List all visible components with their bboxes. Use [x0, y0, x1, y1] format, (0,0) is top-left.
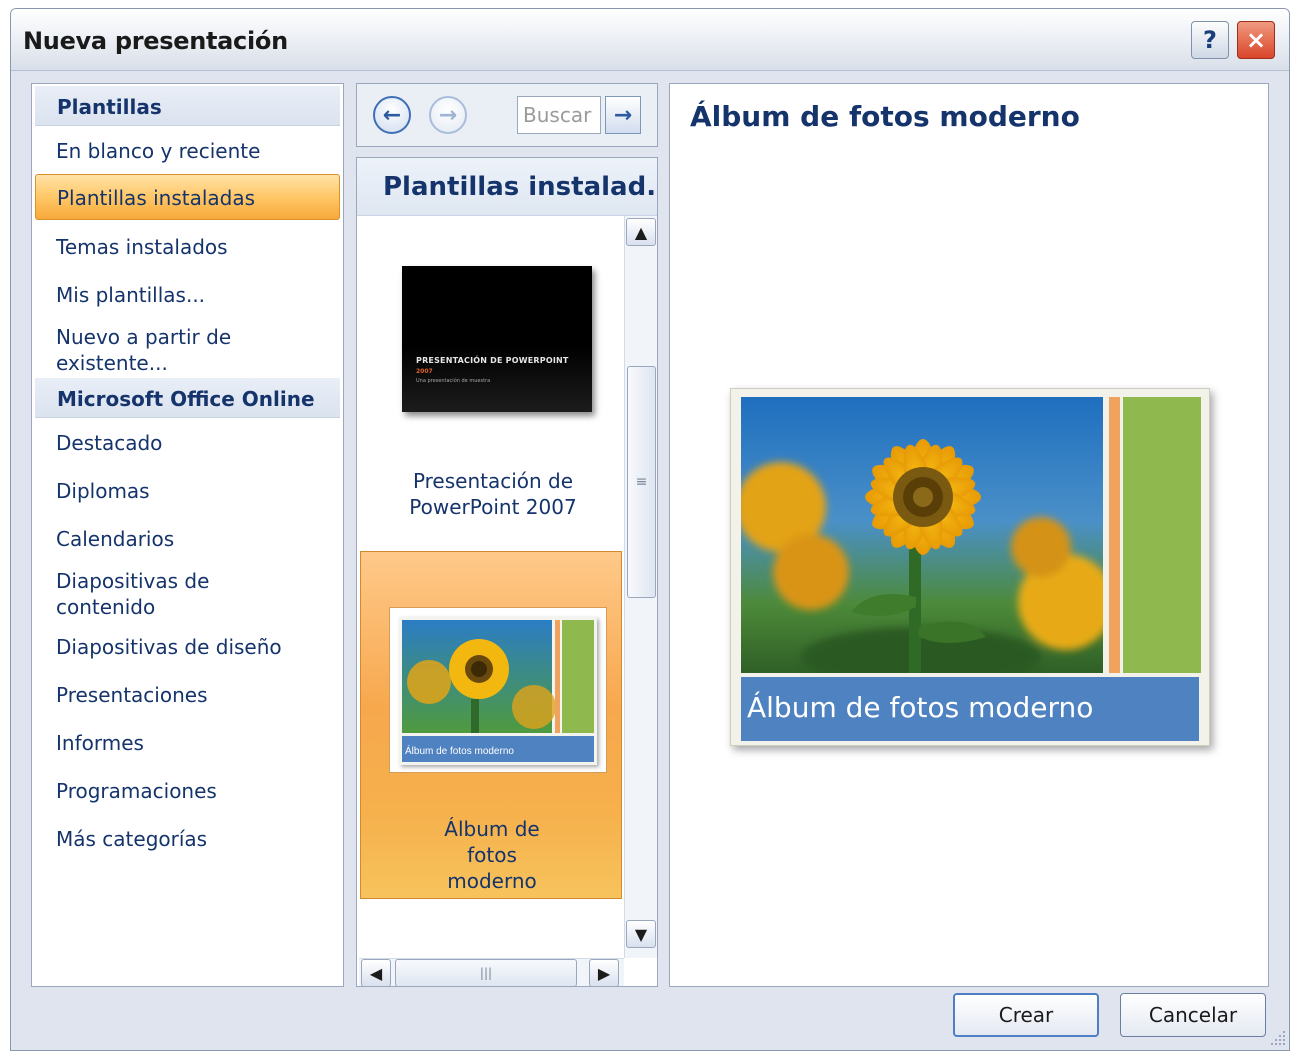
album-thumbnail-slide: Álbum de fotos moderno	[399, 617, 597, 765]
forward-button[interactable]: →	[429, 96, 467, 134]
back-button[interactable]: ←	[373, 96, 411, 134]
nav-item-design-slides[interactable]: Diapositivas de diseño	[56, 634, 282, 660]
vertical-scrollbar[interactable]: ▲ ≡ ▼	[624, 216, 657, 958]
nav-header-office-online: Microsoft Office Online	[35, 378, 340, 418]
search-toolbar: ← → Buscar →	[356, 83, 658, 147]
horizontal-scrollbar[interactable]: ◀ ||| ▶	[359, 958, 624, 986]
chevron-up-icon: ▲	[634, 222, 648, 242]
nav-item-blank-recent[interactable]: En blanco y reciente	[56, 138, 260, 164]
dialog-title: Nueva presentación	[23, 27, 288, 55]
cancel-button[interactable]: Cancelar	[1120, 993, 1266, 1037]
thumbnail-subtitle: Una presentación de muestra	[416, 378, 491, 384]
nav-item-reports[interactable]: Informes	[56, 730, 144, 756]
scroll-up-button[interactable]: ▲	[626, 218, 656, 246]
nav-item-schedules[interactable]: Programaciones	[56, 778, 217, 804]
vertical-scroll-thumb[interactable]: ≡	[627, 366, 656, 598]
title-band: Álbum de fotos moderno	[741, 677, 1199, 741]
template-caption: Álbum de fotos moderno	[444, 817, 540, 893]
accent-block-green	[1123, 397, 1201, 673]
search-go-button[interactable]: →	[605, 96, 641, 134]
search-input[interactable]: Buscar	[517, 96, 601, 134]
scroll-right-button[interactable]: ▶	[589, 959, 619, 986]
nav-item-installed-themes[interactable]: Temas instalados	[56, 234, 228, 260]
sunflower-photo	[741, 397, 1103, 673]
nav-item-content-slides[interactable]: Diapositivas de contenido	[56, 568, 256, 620]
chevron-left-icon: ◀	[369, 963, 383, 983]
new-presentation-dialog: Nueva presentación ? × Plantillas En bla…	[10, 8, 1290, 1051]
horizontal-scroll-thumb[interactable]: |||	[395, 959, 577, 986]
nav-item-diplomas[interactable]: Diplomas	[56, 478, 150, 504]
create-button[interactable]: Crear	[953, 993, 1099, 1037]
nav-item-more-categories[interactable]: Más categorías	[56, 826, 207, 852]
thumbnail-subtitle: 2007	[416, 368, 433, 375]
thumbnail-band-text: Álbum de fotos moderno	[405, 744, 514, 757]
thumbnail-title: PRESENTACIÓN DE POWERPOINT	[416, 356, 569, 365]
arrow-right-icon: →	[438, 102, 458, 128]
scroll-left-button[interactable]: ◀	[361, 959, 391, 986]
help-button[interactable]: ?	[1191, 21, 1229, 59]
preview-title: Álbum de fotos moderno	[690, 100, 1080, 133]
nav-item-calendars[interactable]: Calendarios	[56, 526, 174, 552]
preview-pane: Álbum de fotos moderno Álbum de fotos mo…	[669, 83, 1269, 987]
nav-item-my-templates[interactable]: Mis plantillas...	[56, 282, 205, 308]
title-bar: Nueva presentación ? ×	[11, 9, 1289, 71]
nav-item-presentations[interactable]: Presentaciones	[56, 682, 207, 708]
template-thumbnail: PRESENTACIÓN DE POWERPOINT 2007 Una pres…	[402, 266, 592, 412]
close-icon: ×	[1245, 26, 1267, 54]
arrow-right-icon: →	[613, 102, 633, 128]
nav-header-templates: Plantillas	[35, 86, 340, 126]
slide-title-text: Álbum de fotos moderno	[747, 691, 1094, 724]
template-thumbnail: Álbum de fotos moderno	[389, 607, 607, 773]
template-item-modern-photo-album[interactable]: Álbum de fotos moderno Álbum de fotos mo…	[360, 551, 622, 899]
scroll-down-button[interactable]: ▼	[626, 920, 656, 948]
close-button[interactable]: ×	[1237, 21, 1275, 59]
template-caption: Presentación de PowerPoint 2007	[409, 469, 577, 519]
template-list-header: Plantillas instalad...	[357, 158, 657, 216]
grip-icon: ≡	[635, 474, 648, 490]
help-icon: ?	[1203, 26, 1217, 54]
arrow-left-icon: ←	[382, 102, 402, 128]
nav-item-new-from-existing[interactable]: Nuevo a partir de existente...	[56, 324, 276, 376]
template-list: Plantillas instalad... PRESENTACIÓN DE P…	[356, 157, 658, 987]
category-pane: Plantillas En blanco y reciente Plantill…	[31, 83, 344, 987]
chevron-down-icon: ▼	[634, 924, 648, 944]
grip-icon: |||	[479, 966, 493, 980]
resize-grip-icon[interactable]	[1269, 1029, 1287, 1047]
preview-slide: Álbum de fotos moderno	[730, 388, 1210, 746]
chevron-right-icon: ▶	[597, 963, 611, 983]
nav-item-installed-templates[interactable]: Plantillas instaladas	[35, 174, 340, 220]
accent-strip-orange	[1109, 397, 1120, 673]
nav-item-featured[interactable]: Destacado	[56, 430, 162, 456]
sunflower-thumbnail-image: Álbum de fotos moderno	[402, 620, 594, 762]
